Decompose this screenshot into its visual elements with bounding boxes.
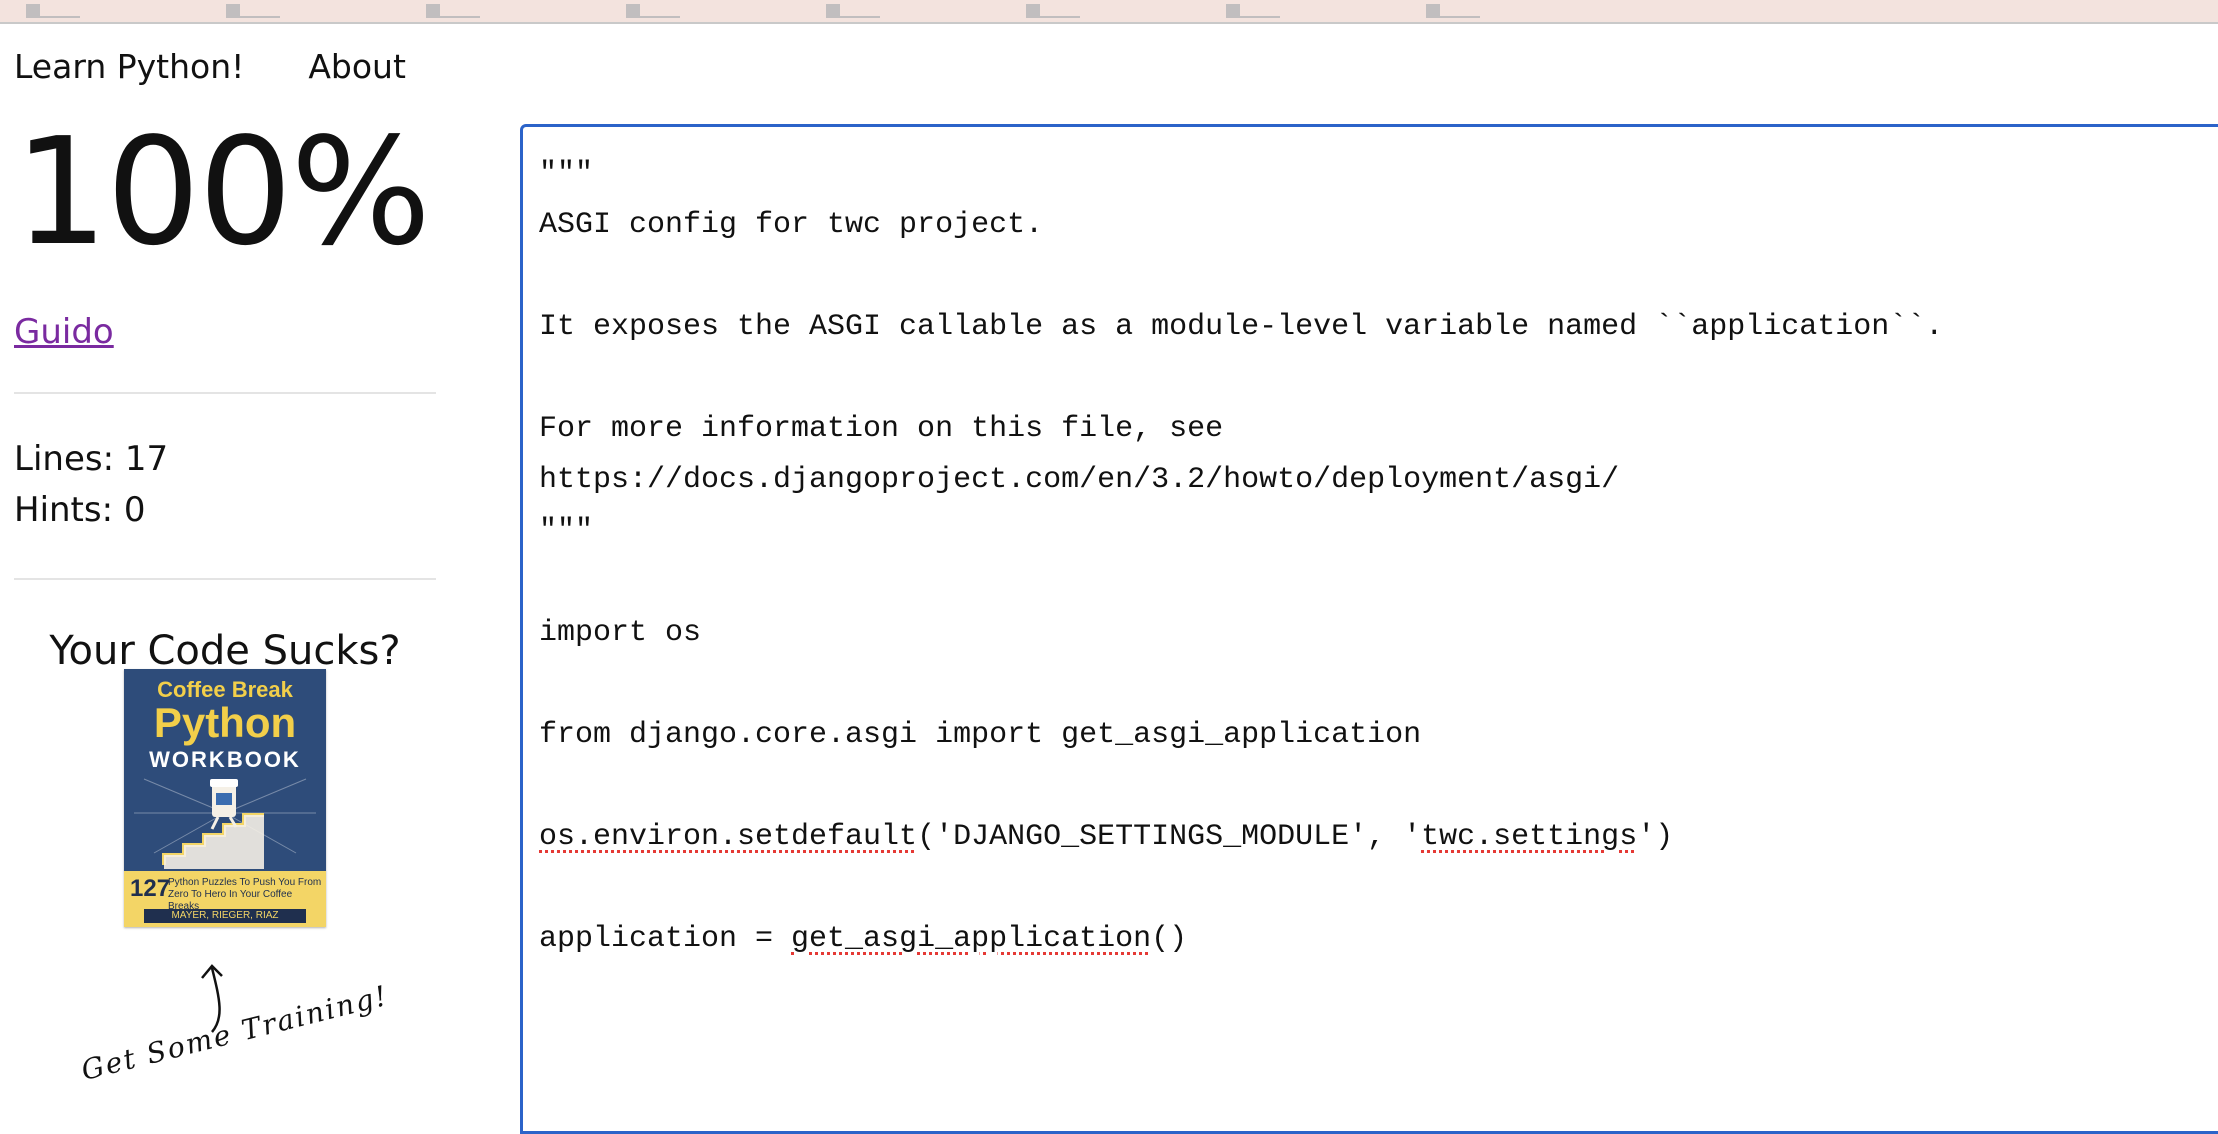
bookmark-icon[interactable] bbox=[626, 4, 680, 18]
code-line: https://docs.djangoproject.com/en/3.2/ho… bbox=[539, 463, 1620, 497]
book-illustration bbox=[134, 778, 316, 869]
lines-count: Lines: 17 bbox=[14, 439, 169, 479]
book-authors: MAYER, RIEGER, RIAZ bbox=[144, 909, 306, 923]
hints-count: Hints: 0 bbox=[14, 490, 146, 530]
code-line: os.environ.setdefault('DJANGO_SETTINGS_M… bbox=[539, 820, 1674, 854]
bookmark-icon[interactable] bbox=[26, 4, 80, 18]
code-line: """ bbox=[539, 514, 594, 548]
code-line: import os bbox=[539, 616, 702, 650]
user-link[interactable]: Guido bbox=[14, 312, 114, 352]
browser-tab-strip bbox=[0, 0, 2218, 24]
book-title-line2: Python bbox=[153, 699, 297, 746]
divider bbox=[14, 578, 436, 580]
code-content[interactable]: """ ASGI config for twc project. It expose… bbox=[539, 149, 1943, 965]
code-line: For more information on this file, see bbox=[539, 412, 1224, 446]
top-nav: Learn Python! About bbox=[14, 44, 406, 88]
bookmark-icon[interactable] bbox=[426, 4, 480, 18]
spellcheck-underline: os.environ.setdefault bbox=[539, 820, 918, 854]
code-line: ASGI config for twc project. bbox=[539, 208, 1044, 242]
nav-about-link[interactable]: About bbox=[308, 47, 406, 86]
code-line: from django.core.asgi import get_asgi_ap… bbox=[539, 718, 1422, 752]
code-line: """ bbox=[539, 157, 594, 191]
bookmark-icon[interactable] bbox=[826, 4, 880, 18]
nav-brand-link[interactable]: Learn Python! bbox=[14, 47, 244, 86]
score-percentage: 100% bbox=[14, 106, 431, 278]
book-puzzle-count: 127 bbox=[130, 875, 171, 902]
spellcheck-underline: get_asgi_application bbox=[791, 922, 1152, 956]
book-title-line3: WORKBOOK bbox=[149, 747, 301, 772]
spellcheck-underline: twc.settings bbox=[1421, 820, 1638, 854]
bookmark-icon[interactable] bbox=[1426, 4, 1480, 18]
stats: Lines: 17 Hints: 0 bbox=[14, 434, 436, 536]
bookmark-icon[interactable] bbox=[226, 4, 280, 18]
code-editor[interactable]: """ ASGI config for twc project. It expose… bbox=[520, 124, 2218, 1134]
bookmark-icon[interactable] bbox=[1226, 4, 1280, 18]
divider bbox=[14, 392, 436, 394]
code-line: application = get_asgi_application() bbox=[539, 922, 1188, 956]
bookmark-icon[interactable] bbox=[1026, 4, 1080, 18]
code-line: It exposes the ASGI callable as a module… bbox=[539, 310, 1944, 344]
promo-title: Your Code Sucks? bbox=[49, 628, 401, 674]
book-subtitle: Python Puzzles To Push You From Zero To … bbox=[168, 877, 322, 912]
sidebar: 100% Guido Lines: 17 Hints: 0 Your Code … bbox=[14, 110, 436, 674]
book-band: 127 Python Puzzles To Push You From Zero… bbox=[124, 871, 326, 927]
book-cover-image[interactable]: Coffee Break Python WORKBOOK 127 Python … bbox=[124, 669, 326, 927]
